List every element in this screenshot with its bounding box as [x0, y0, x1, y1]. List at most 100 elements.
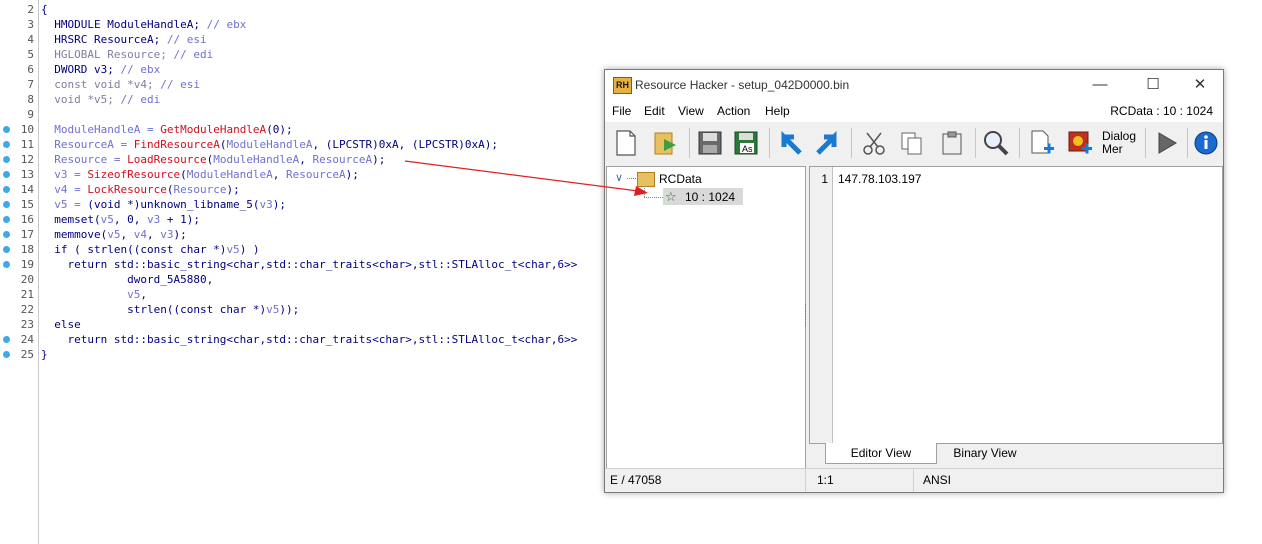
code-line: HMODULE ModuleHandleA; // ebx [41, 17, 246, 32]
close-button[interactable]: ✕ [1185, 74, 1215, 96]
status-encoding: ANSI [923, 473, 952, 487]
breakpoint-dot-icon[interactable] [3, 336, 10, 343]
menu-help[interactable]: Help [765, 104, 790, 118]
info-icon [1194, 131, 1218, 155]
code-token: ModuleHandleA = [41, 123, 161, 136]
code-token: ModuleHandleA [226, 138, 313, 151]
about-button[interactable] [1191, 127, 1221, 159]
open-button[interactable] [649, 127, 683, 159]
resource-editor[interactable]: 1 147.78.103.197 [809, 166, 1223, 444]
code-token: ); [173, 228, 187, 241]
dialog-merger-label: Dialog Mer [1102, 129, 1137, 156]
chevron-down-icon[interactable]: ∨ [615, 171, 623, 184]
breakpoint-dot-icon[interactable] [3, 141, 10, 148]
line-gutter: 2 3 4 5 6 7 8 9 10 11 12 13 14 15 16 17 18 19 20 21 22 23 24 25 [0, 0, 39, 544]
breakpoint-dot-icon[interactable] [3, 231, 10, 238]
find-button[interactable] [979, 127, 1013, 159]
line-number: 6 [27, 63, 34, 76]
code-token: v3 [160, 228, 174, 241]
add-image-resource-button[interactable] [1063, 127, 1097, 159]
tab-binary-view[interactable]: Binary View [935, 443, 1035, 463]
code-token: // edi [173, 48, 214, 61]
add-blank-resource-icon [1031, 130, 1054, 154]
code-token: (0); [266, 123, 293, 136]
maximize-button[interactable]: ☐ [1138, 74, 1168, 96]
add-resource-button[interactable] [1025, 127, 1059, 159]
code-token: , (LPCSTR)0xA, (LPCSTR)0xA); [312, 138, 498, 151]
line-number: 21 [20, 288, 34, 301]
code-token: ); [372, 153, 386, 166]
new-file-button[interactable] [609, 127, 643, 159]
copy-button[interactable] [895, 127, 929, 159]
new-file-icon [616, 130, 636, 156]
code-token: Resource = [41, 153, 128, 166]
window-title: Resource Hacker - setup_042D0000.bin [635, 78, 850, 92]
code-token: v5 [107, 228, 121, 241]
save-button[interactable] [693, 127, 727, 159]
line-number: 5 [27, 48, 34, 61]
code-token: ); [345, 168, 359, 181]
paste-button[interactable] [935, 127, 969, 159]
breakpoint-dot-icon[interactable] [3, 156, 10, 163]
breakpoint-dot-icon[interactable] [3, 201, 10, 208]
code-token: // edi [120, 93, 161, 106]
menu-edit[interactable]: Edit [644, 104, 665, 118]
breakpoint-dot-icon[interactable] [3, 171, 10, 178]
code-token: v5 [127, 288, 141, 301]
breakpoint-dot-icon[interactable] [3, 246, 10, 253]
code-token: v3 = [41, 168, 88, 181]
breakpoint-dot-icon[interactable] [3, 126, 10, 133]
code-token: Resource [173, 183, 227, 196]
tree-node-label: 10 : 1024 [685, 190, 736, 204]
code-line: { [41, 2, 48, 17]
menu-bar: File Edit View Action Help RCData : 10 :… [605, 100, 1223, 122]
code-token: ( [180, 168, 187, 181]
code-token: SizeofResource [87, 168, 181, 181]
svg-text:As: As [742, 144, 753, 154]
code-token: )); [279, 303, 300, 316]
tree-node-selected[interactable]: ☆ 10 : 1024 [663, 188, 743, 205]
star-icon: ☆ [665, 189, 677, 204]
code-line: } [41, 347, 48, 362]
add-image-resource-icon [1068, 131, 1092, 154]
tree-node-rcdata[interactable]: RCData [659, 172, 702, 186]
code-token: , 0, [113, 213, 147, 226]
breakpoint-dot-icon[interactable] [3, 261, 10, 268]
code-token: LoadResource [127, 153, 207, 166]
code-token: , [272, 168, 287, 181]
menu-action[interactable]: Action [717, 104, 750, 118]
code-token: HGLOBAL Resource; [41, 48, 174, 61]
breakpoint-dot-icon[interactable] [3, 351, 10, 358]
code-token: // esi [160, 78, 200, 91]
save-as-button[interactable]: As [729, 127, 763, 159]
run-button[interactable] [1149, 127, 1183, 159]
code-token: const void *v4; [41, 78, 161, 91]
menu-view[interactable]: View [678, 104, 704, 118]
forward-button[interactable] [811, 127, 845, 159]
menu-file[interactable]: File [612, 104, 631, 118]
breakpoint-dot-icon[interactable] [3, 186, 10, 193]
minimize-button[interactable]: — [1085, 74, 1115, 96]
line-number: 3 [27, 18, 34, 31]
resource-tree[interactable]: ∨ RCData ☆ 10 : 1024 [606, 166, 806, 470]
search-icon [984, 131, 1009, 156]
code-token: GetModuleHandleA [160, 123, 267, 136]
editor-content[interactable]: 147.78.103.197 [838, 172, 921, 186]
code-token: // esi [166, 33, 207, 46]
line-number: 8 [27, 93, 34, 106]
code-token: if ( strlen((const char *) [41, 243, 227, 256]
code-token: ModuleHandleA [186, 168, 273, 181]
cut-button[interactable] [857, 127, 891, 159]
code-line: Resource = LoadResource(ModuleHandleA, R… [41, 152, 385, 167]
view-tabs: Editor View Binary View [809, 443, 1221, 467]
code-line: HRSRC ResourceA; // esi [41, 32, 207, 47]
code-token: ); [272, 198, 287, 211]
dialog-merger-button[interactable]: Dialog Mer [1101, 127, 1141, 159]
code-line: memset(v5, 0, v3 + 1); [41, 212, 200, 227]
tab-editor-view[interactable]: Editor View [825, 443, 937, 464]
breakpoint-dot-icon[interactable] [3, 216, 10, 223]
title-bar[interactable]: RH Resource Hacker - setup_042D0000.bin … [605, 70, 1223, 100]
status-bar: E / 47058 1:1 ANSI [605, 468, 1223, 492]
line-number: 4 [27, 33, 34, 46]
back-button[interactable] [773, 127, 807, 159]
